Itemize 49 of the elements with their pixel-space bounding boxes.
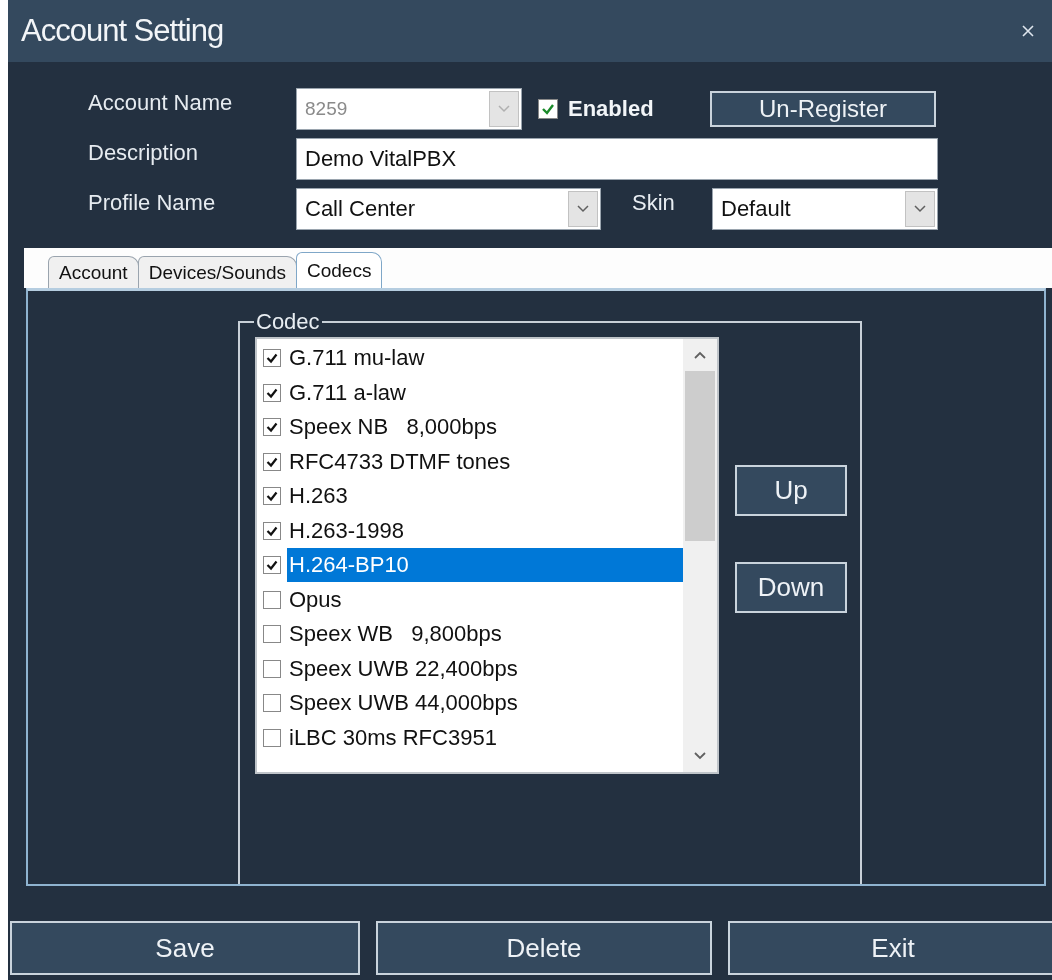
tab[interactable]: Account <box>48 256 139 288</box>
codec-item[interactable]: H.264-BP10 <box>287 548 683 583</box>
codec-item[interactable]: Speex NB 8,000bps <box>287 410 683 445</box>
checkbox[interactable] <box>263 590 281 609</box>
codec-item[interactable]: G.711 a-law <box>287 375 683 410</box>
check-icon <box>265 420 279 435</box>
checkbox[interactable] <box>263 625 281 644</box>
check-icon <box>265 351 279 366</box>
checkbox[interactable] <box>263 728 281 747</box>
dialog-button[interactable]: Exit <box>728 921 1052 975</box>
field-label: Profile Name <box>88 189 217 216</box>
field-label: Description <box>88 139 200 166</box>
codec-item[interactable]: G.711 mu-law <box>287 341 683 376</box>
check-icon <box>265 558 279 573</box>
dialog-button[interactable]: Save <box>10 921 360 975</box>
codec-item[interactable]: Speex UWB 44,000bps <box>287 686 683 721</box>
tab[interactable]: Codecs <box>295 252 383 288</box>
checkbox[interactable] <box>263 452 281 471</box>
window-title: Account Setting <box>21 13 224 49</box>
checkbox[interactable] <box>263 521 281 540</box>
checkbox[interactable] <box>263 556 281 575</box>
checkbox[interactable] <box>263 694 281 713</box>
unregister-button[interactable]: Un-Register <box>710 91 936 127</box>
codec-item[interactable]: RFC4733 DTMF tones <box>287 444 683 479</box>
move-button[interactable]: Down <box>735 562 847 613</box>
move-button[interactable]: Up <box>735 465 847 516</box>
codec-item[interactable]: Opus <box>287 582 683 617</box>
close-icon <box>1020 23 1036 39</box>
codec-item[interactable]: Speex WB 9,800bps <box>287 617 683 652</box>
field-label: Skin <box>632 189 676 216</box>
skin-dropdown[interactable]: Default <box>712 188 938 230</box>
profile-dropdown[interactable]: Call Center <box>296 188 601 230</box>
check-icon <box>265 489 279 504</box>
checkbox[interactable] <box>263 418 281 437</box>
field-label: Account Name <box>88 89 234 116</box>
checkbox[interactable] <box>263 349 281 368</box>
description-field[interactable]: Demo VitalPBX <box>296 138 938 180</box>
checkbox[interactable] <box>263 487 281 506</box>
codec-item[interactable]: Speex UWB 22,400bps <box>287 651 683 686</box>
scrollbar-thumb[interactable] <box>685 371 715 541</box>
enabled-checkbox[interactable]: Enabled <box>538 96 702 122</box>
checkbox[interactable] <box>263 383 281 402</box>
codec-item[interactable]: H.263-1998 <box>287 513 683 548</box>
tab[interactable]: Devices/Sounds <box>137 256 297 288</box>
codec-item[interactable]: iLBC 30ms RFC3951 <box>287 720 683 755</box>
codec-item[interactable]: H.263 <box>287 479 683 514</box>
checkbox[interactable] <box>263 659 281 678</box>
dialog-button[interactable]: Delete <box>376 921 712 975</box>
scrollbar[interactable] <box>683 339 717 772</box>
